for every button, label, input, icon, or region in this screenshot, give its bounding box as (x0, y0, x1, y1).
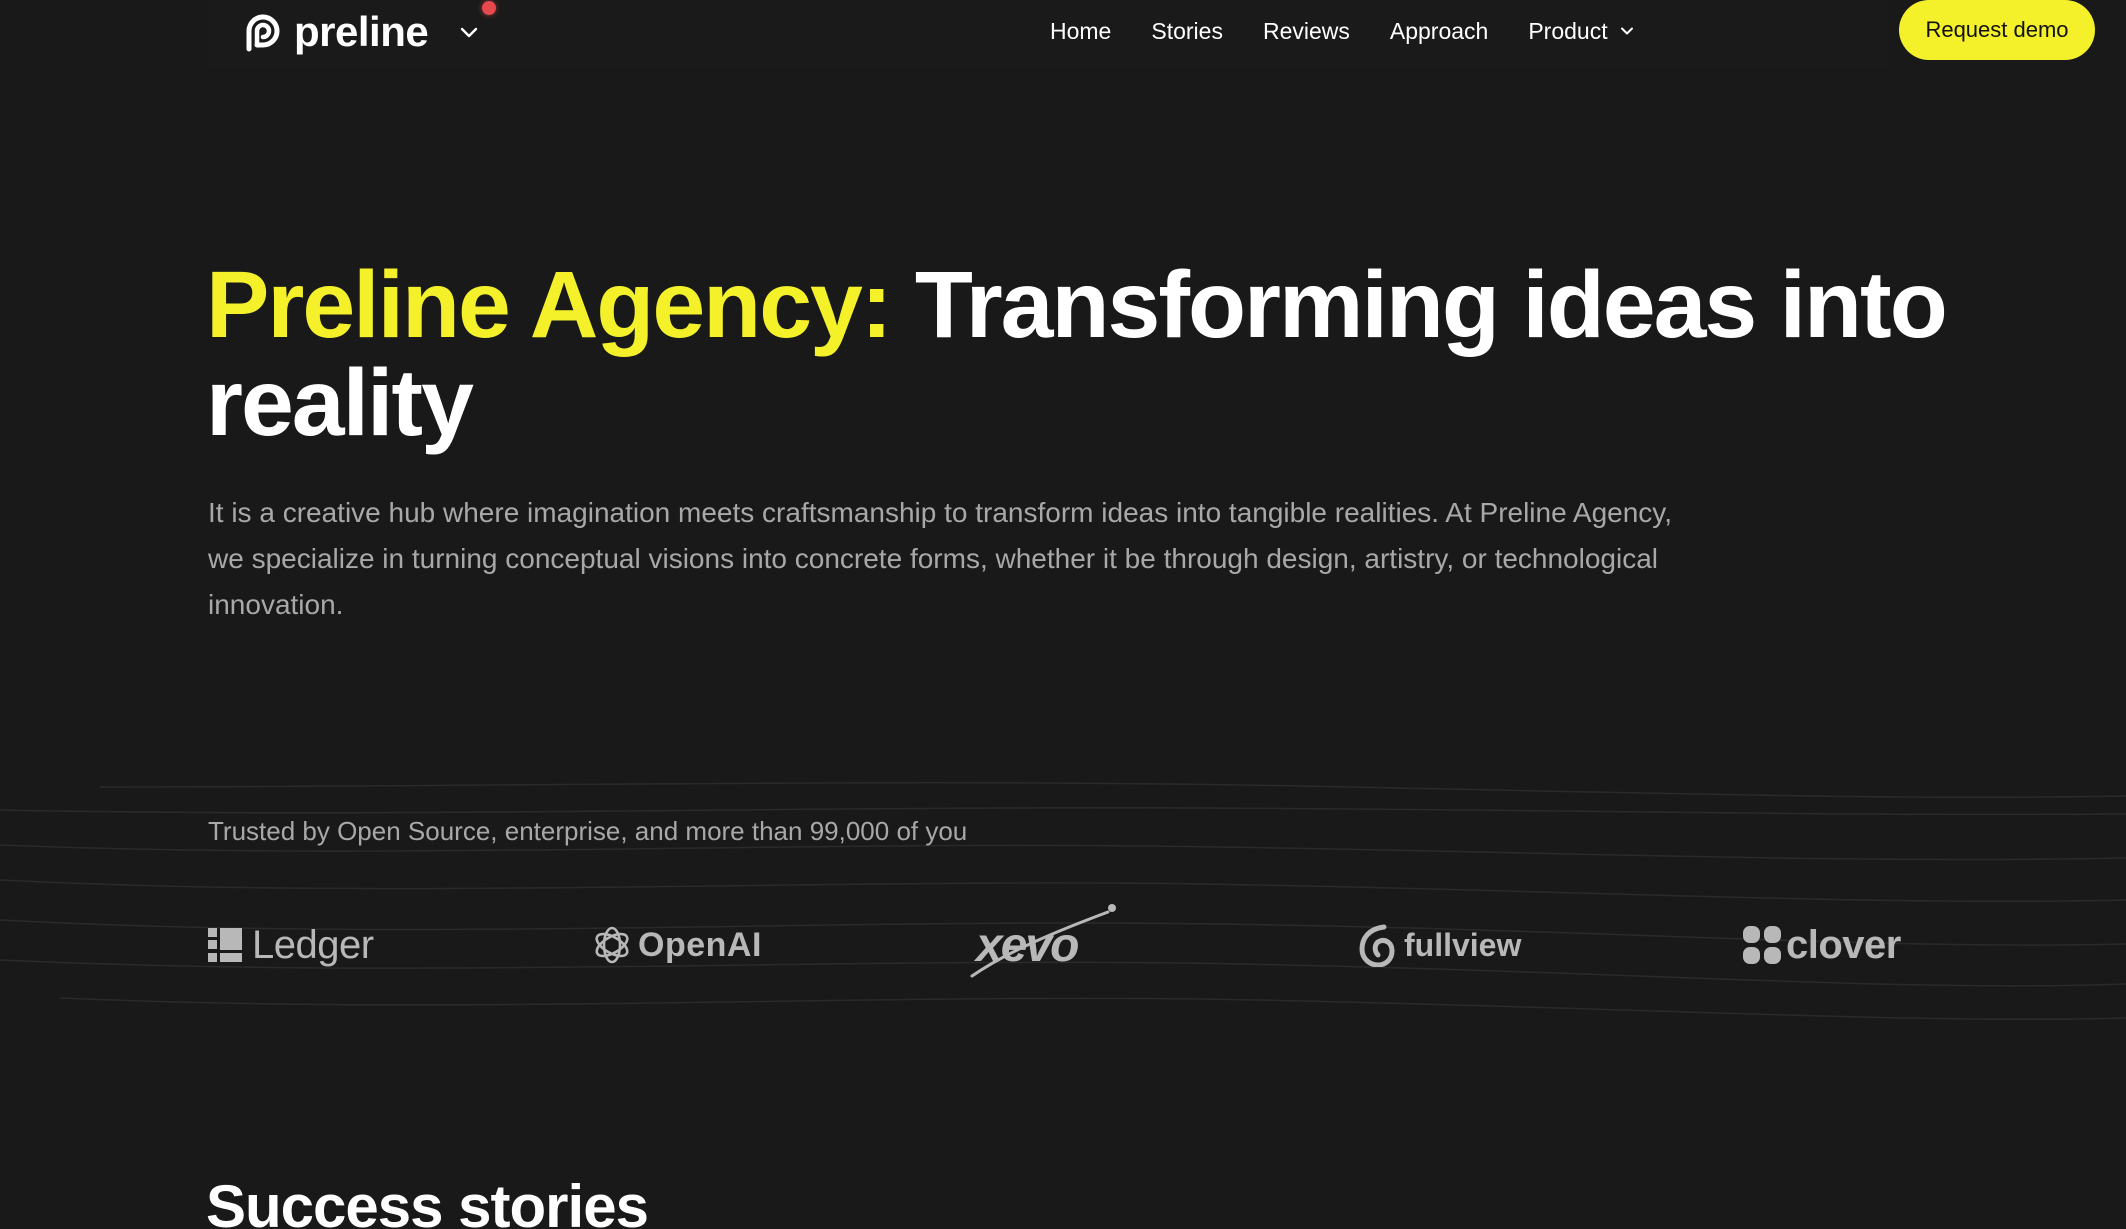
clover-logo-icon (1743, 926, 1781, 964)
hero-title: Preline Agency: Transforming ideas into … (206, 256, 2036, 452)
client-logos: Ledger OpenAI xevo fullview clover (0, 900, 2126, 1000)
ledger-logo-icon (208, 928, 242, 962)
brand-name: preline (294, 8, 429, 55)
ledger-logo-text: Ledger (252, 922, 374, 967)
fullview-logo: fullview (1358, 900, 1521, 990)
chevron-down-icon[interactable] (454, 18, 484, 48)
ledger-logo: Ledger (208, 900, 374, 990)
chevron-down-icon (1620, 27, 1633, 35)
nav-home[interactable]: Home (1050, 0, 1111, 62)
notification-dot (482, 1, 496, 15)
clover-logo-text: clover (1786, 922, 1901, 967)
xevo-logo-text: xevo (976, 918, 1079, 972)
nav-product-label: Product (1528, 18, 1608, 44)
nav-approach[interactable]: Approach (1390, 0, 1488, 62)
openai-logo-text: OpenAI (638, 925, 762, 964)
nav-product-dropdown[interactable]: Product (1528, 0, 1635, 62)
success-stories-title: Success stories (206, 1173, 649, 1229)
fullview-logo-icon (1359, 924, 1395, 967)
preline-logo-icon (246, 14, 280, 52)
hero-title-accent: Preline Agency: (206, 252, 892, 358)
hero-description: It is a creative hub where imagination m… (208, 497, 1672, 620)
brand-logo-link[interactable]: preline (240, 8, 429, 56)
openai-logo: OpenAI (592, 900, 762, 990)
clover-logo: clover (1742, 900, 1901, 990)
request-demo-button[interactable]: Request demo (1899, 0, 2095, 60)
nav-stories[interactable]: Stories (1151, 0, 1223, 62)
trusted-by-text: Trusted by Open Source, enterprise, and … (208, 816, 968, 846)
page: preline Home Stories Reviews Approach Pr… (0, 0, 2126, 1229)
header: preline Home Stories Reviews Approach Pr… (208, 0, 2095, 68)
fullview-logo-text: fullview (1404, 926, 1522, 963)
main-nav: Home Stories Reviews Approach Product (1050, 0, 1636, 62)
nav-reviews[interactable]: Reviews (1263, 0, 1350, 62)
openai-logo-icon (595, 926, 629, 964)
xevo-logo: xevo (970, 900, 1116, 990)
